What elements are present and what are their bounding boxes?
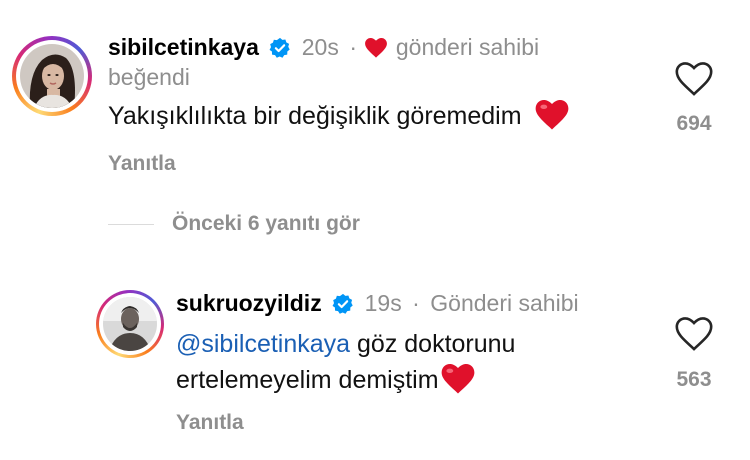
comment-body: göz doktorunu xyxy=(350,330,516,358)
comment-body: Yakışıklılıkta bir değişiklik göremedim xyxy=(108,102,522,130)
comment-text: Yakışıklılıkta bir değişiklik göremedim xyxy=(108,100,569,137)
avatar-sukruozyildiz[interactable] xyxy=(96,290,164,358)
comment-2-header: sukruozyildiz 19s · Gönderi sahibi xyxy=(176,290,579,320)
liked-by-author-text-2: beğendi xyxy=(108,64,190,90)
profile-photo-icon xyxy=(20,44,84,108)
verified-badge-icon xyxy=(332,293,354,320)
reply-button[interactable]: Yanıtla xyxy=(176,411,244,435)
red-heart-emoji xyxy=(441,364,475,401)
comment-body-2: ertelemeyelim demiştim xyxy=(176,366,439,394)
like-count: 563 xyxy=(676,368,712,391)
comment-time: 19s xyxy=(364,290,402,316)
liked-by-author-text: gönderi sahibi xyxy=(395,34,540,60)
profile-photo-icon xyxy=(103,297,157,351)
comment-time: 20s xyxy=(301,34,339,60)
comment-1-header: sibilcetinkaya 20s · gönderi sahibi xyxy=(108,34,539,64)
verified-badge-icon xyxy=(269,37,291,64)
reply-button[interactable]: Yanıtla xyxy=(108,152,176,176)
mention-link[interactable]: @sibilcetinkaya xyxy=(176,330,350,358)
comment-text-line1: @sibilcetinkaya göz doktorunu xyxy=(176,330,515,359)
replies-divider xyxy=(108,224,154,225)
author-badge: Gönderi sahibi xyxy=(430,290,579,316)
like-outline-icon[interactable] xyxy=(674,316,714,352)
like-outline-icon[interactable] xyxy=(674,61,714,97)
username[interactable]: sukruozyildiz xyxy=(176,290,322,316)
separator: · xyxy=(412,290,420,316)
separator: · xyxy=(349,34,357,60)
username[interactable]: sibilcetinkaya xyxy=(108,34,259,60)
like-count: 694 xyxy=(676,112,712,135)
avatar-sibilcetinkaya[interactable] xyxy=(12,36,92,116)
view-previous-replies-button[interactable]: Önceki 6 yanıtı gör xyxy=(172,212,360,236)
red-heart-emoji xyxy=(535,100,569,137)
comment-text-line2: ertelemeyelim demiştim xyxy=(176,364,475,401)
heart-icon xyxy=(365,38,388,63)
